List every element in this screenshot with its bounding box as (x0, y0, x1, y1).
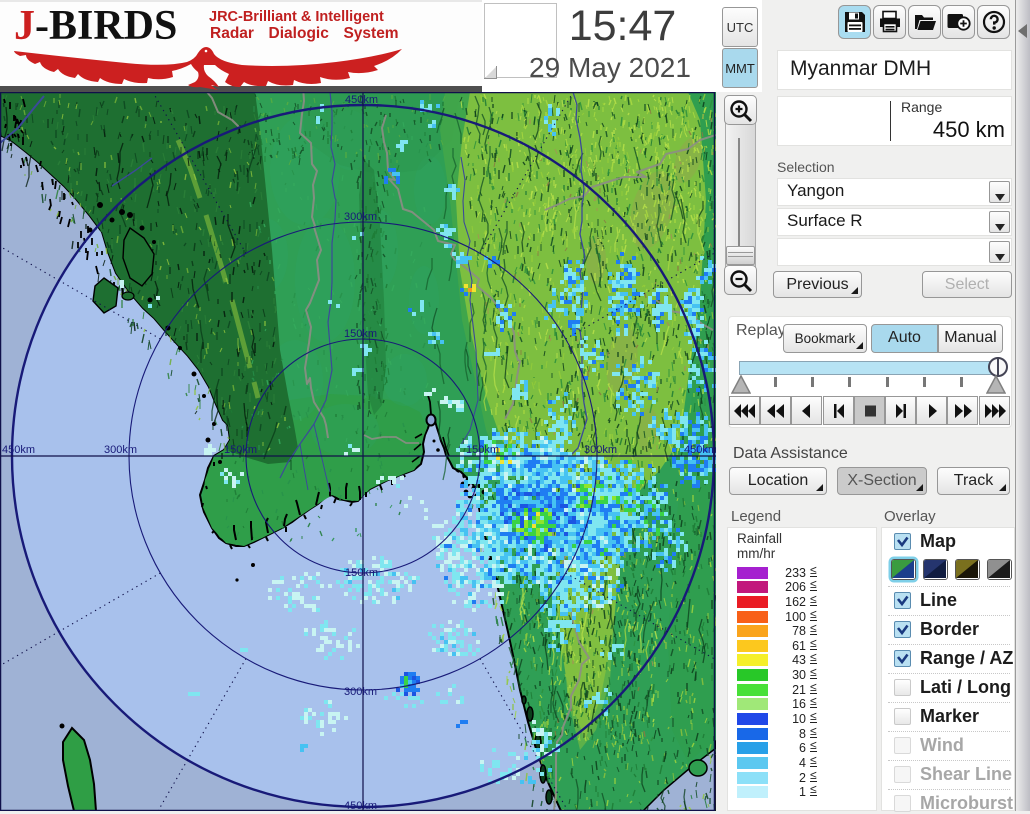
svg-text:450km: 450km (344, 800, 377, 811)
svg-text:450km: 450km (345, 94, 378, 106)
svg-text:150km: 150km (224, 444, 257, 456)
svg-text:450km: 450km (2, 444, 35, 456)
svg-text:150km: 150km (345, 567, 378, 579)
svg-text:150km: 150km (466, 444, 499, 456)
svg-text:150km: 150km (344, 328, 377, 340)
svg-text:300km: 300km (584, 444, 617, 456)
svg-text:300km: 300km (344, 686, 377, 698)
svg-text:300km: 300km (344, 211, 377, 223)
svg-text:450km: 450km (684, 444, 716, 456)
svg-text:300km: 300km (104, 444, 137, 456)
